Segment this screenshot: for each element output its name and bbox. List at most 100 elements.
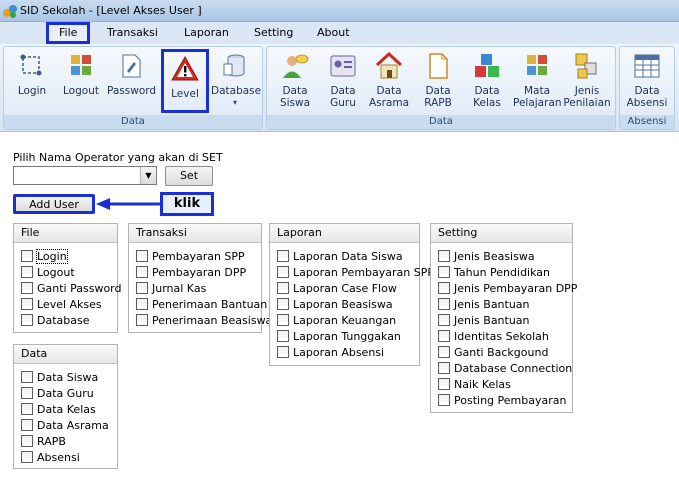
laporan-permissions-box: Laporan Laporan Data Siswa Laporan Pemba… <box>269 223 434 366</box>
app-icon <box>3 5 17 18</box>
checkbox[interactable] <box>136 250 148 262</box>
checkbox[interactable] <box>438 362 450 374</box>
checkbox-row[interactable]: Naik Kelas <box>438 376 511 392</box>
checkbox-row[interactable]: Laporan Absensi <box>277 344 384 360</box>
checkbox-row[interactable]: Ganti Backgound <box>438 344 548 360</box>
level-button[interactable]: Level <box>161 49 209 113</box>
checkbox[interactable] <box>21 451 33 463</box>
checkbox-row[interactable]: Login <box>21 248 68 264</box>
checkbox[interactable] <box>438 314 450 326</box>
checkbox[interactable] <box>438 394 450 406</box>
checkbox-row[interactable]: Laporan Pembayaran SPP <box>277 264 434 280</box>
checkbox[interactable] <box>277 250 289 262</box>
menu-file[interactable]: File <box>46 22 91 44</box>
checkbox[interactable] <box>277 282 289 294</box>
checkbox-row[interactable]: Level Akses <box>21 296 102 312</box>
checkbox[interactable] <box>21 371 33 383</box>
checkbox-row[interactable]: Database Connection <box>438 360 572 376</box>
data-kelas-button[interactable]: Data Kelas <box>463 51 511 109</box>
checkbox-row[interactable]: Absensi <box>21 449 80 465</box>
checkbox[interactable] <box>438 346 450 358</box>
checkbox[interactable] <box>21 250 33 262</box>
checkbox-row[interactable]: Identitas Sekolah <box>438 328 549 344</box>
arrow-left-icon <box>96 198 160 210</box>
checkbox-row[interactable]: Database <box>21 312 90 328</box>
checkbox[interactable] <box>277 330 289 342</box>
checkbox-label: Posting Pembayaran <box>454 393 567 407</box>
checkbox[interactable] <box>21 435 33 447</box>
operator-select[interactable]: ▼ <box>13 166 157 185</box>
checkbox-row[interactable]: Data Guru <box>21 385 94 401</box>
checkbox-label: Data Siswa <box>37 370 99 384</box>
checkbox-row[interactable]: Penerimaan Bantuan <box>136 296 267 312</box>
checkbox[interactable] <box>438 330 450 342</box>
checkbox-row[interactable]: Laporan Beasiswa <box>277 296 393 312</box>
checkbox[interactable] <box>136 314 148 326</box>
login-button[interactable]: Login <box>8 51 56 97</box>
checkbox[interactable] <box>438 378 450 390</box>
checkbox-label: RAPB <box>37 434 66 448</box>
checkbox-row[interactable]: Pembayaran DPP <box>136 264 246 280</box>
checkbox-row[interactable]: Laporan Case Flow <box>277 280 397 296</box>
checkbox[interactable] <box>277 346 289 358</box>
database-button[interactable]: Database ▾ <box>211 51 261 109</box>
checkbox-row[interactable]: Posting Pembayaran <box>438 392 566 408</box>
checkbox-row[interactable]: Data Siswa <box>21 369 98 385</box>
add-user-button[interactable]: Add User <box>13 194 95 214</box>
logout-button[interactable]: Logout <box>57 51 105 97</box>
checkbox-label: Jurnal Kas <box>152 281 207 295</box>
checkbox-row[interactable]: Jenis Bantuan <box>438 296 530 312</box>
checkbox-row[interactable]: RAPB <box>21 433 66 449</box>
box-title: Laporan <box>270 224 419 243</box>
data-absensi-button[interactable]: Data Absensi <box>623 51 671 109</box>
menu-about[interactable]: About <box>317 26 350 39</box>
checkbox-row[interactable]: Jenis Bantuan <box>438 312 530 328</box>
subjects-grid-icon <box>527 55 547 75</box>
menu-laporan[interactable]: Laporan <box>184 26 229 39</box>
checkbox-row[interactable]: Data Asrama <box>21 417 109 433</box>
checkbox[interactable] <box>21 266 33 278</box>
data-siswa-button[interactable]: Data Siswa <box>271 51 319 109</box>
checkbox-row[interactable]: Tahun Pendidikan <box>438 264 550 280</box>
cubes-icon <box>475 54 499 77</box>
menu-transaksi[interactable]: Transaksi <box>107 26 158 39</box>
data-asrama-button[interactable]: Data Asrama <box>365 51 413 109</box>
checkbox[interactable] <box>136 282 148 294</box>
checkbox-row[interactable]: Jenis Beasiswa <box>438 248 535 264</box>
password-button[interactable]: Password <box>107 51 156 97</box>
checkbox-row[interactable]: Jenis Pembayaran DPP <box>438 280 577 296</box>
checkbox-row[interactable]: Laporan Data Siswa <box>277 248 403 264</box>
checkbox[interactable] <box>21 298 33 310</box>
set-button[interactable]: Set <box>165 166 213 186</box>
data-guru-button[interactable]: Data Guru <box>319 51 367 109</box>
checkbox[interactable] <box>21 387 33 399</box>
checkbox[interactable] <box>21 314 33 326</box>
checkbox[interactable] <box>438 250 450 262</box>
checkbox-row[interactable]: Laporan Tunggakan <box>277 328 401 344</box>
checkbox[interactable] <box>438 266 450 278</box>
checkbox[interactable] <box>277 314 289 326</box>
checkbox[interactable] <box>136 298 148 310</box>
checkbox[interactable] <box>438 298 450 310</box>
checkbox[interactable] <box>136 266 148 278</box>
data-rapb-button[interactable]: Data RAPB <box>414 51 462 109</box>
checkbox[interactable] <box>21 419 33 431</box>
menu-setting[interactable]: Setting <box>254 26 293 39</box>
checkbox-row[interactable]: Logout <box>21 264 75 280</box>
checkbox-label: Data Asrama <box>37 418 109 432</box>
checkbox-label: Ganti Backgound <box>454 345 549 359</box>
checkbox[interactable] <box>21 403 33 415</box>
checkbox-row[interactable]: Ganti Password <box>21 280 121 296</box>
checkbox-row[interactable]: Penerimaan Beasiswa <box>136 312 272 328</box>
checkbox-row[interactable]: Pembayaran SPP <box>136 248 245 264</box>
chevron-down-icon[interactable]: ▼ <box>140 167 156 184</box>
checkbox-row[interactable]: Data Kelas <box>21 401 96 417</box>
checkbox[interactable] <box>21 282 33 294</box>
checkbox-row[interactable]: Laporan Keuangan <box>277 312 396 328</box>
mata-pelajaran-button[interactable]: Mata Pelajaran <box>513 51 562 109</box>
checkbox[interactable] <box>277 298 289 310</box>
checkbox[interactable] <box>438 282 450 294</box>
checkbox[interactable] <box>277 266 289 278</box>
checkbox-row[interactable]: Jurnal Kas <box>136 280 206 296</box>
jenis-penilaian-button[interactable]: Jenis Penilaian <box>563 51 611 109</box>
